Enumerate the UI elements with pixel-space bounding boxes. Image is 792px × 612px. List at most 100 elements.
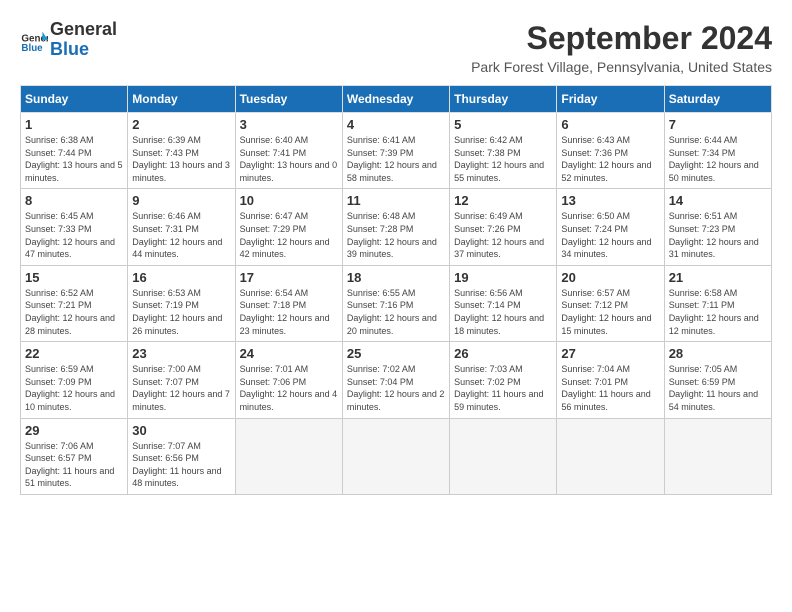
day-number: 23: [132, 346, 230, 361]
calendar-table: SundayMondayTuesdayWednesdayThursdayFrid…: [20, 85, 772, 495]
week-row-2: 8 Sunrise: 6:45 AMSunset: 7:33 PMDaylight…: [21, 189, 772, 265]
day-number: 3: [240, 117, 338, 132]
day-cell: 25 Sunrise: 7:02 AMSunset: 7:04 PMDayligh…: [342, 342, 449, 418]
day-info: Sunrise: 6:51 AMSunset: 7:23 PMDaylight:…: [669, 210, 767, 260]
day-cell: 11 Sunrise: 6:48 AMSunset: 7:28 PMDayligh…: [342, 189, 449, 265]
day-info: Sunrise: 6:45 AMSunset: 7:33 PMDaylight:…: [25, 210, 123, 260]
day-info: Sunrise: 6:39 AMSunset: 7:43 PMDaylight:…: [132, 134, 230, 184]
day-info: Sunrise: 6:40 AMSunset: 7:41 PMDaylight:…: [240, 134, 338, 184]
day-header-monday: Monday: [128, 86, 235, 113]
day-info: Sunrise: 6:42 AMSunset: 7:38 PMDaylight:…: [454, 134, 552, 184]
day-cell: 12 Sunrise: 6:49 AMSunset: 7:26 PMDayligh…: [450, 189, 557, 265]
logo: General Blue GeneralBlue: [20, 20, 117, 60]
day-cell: 28 Sunrise: 7:05 AMSunset: 6:59 PMDayligh…: [664, 342, 771, 418]
day-number: 12: [454, 193, 552, 208]
day-number: 21: [669, 270, 767, 285]
day-number: 9: [132, 193, 230, 208]
day-cell: 29 Sunrise: 7:06 AMSunset: 6:57 PMDayligh…: [21, 418, 128, 494]
day-info: Sunrise: 6:57 AMSunset: 7:12 PMDaylight:…: [561, 287, 659, 337]
day-info: Sunrise: 6:53 AMSunset: 7:19 PMDaylight:…: [132, 287, 230, 337]
day-info: Sunrise: 6:47 AMSunset: 7:29 PMDaylight:…: [240, 210, 338, 260]
day-number: 1: [25, 117, 123, 132]
day-number: 15: [25, 270, 123, 285]
day-header-tuesday: Tuesday: [235, 86, 342, 113]
day-cell: 18 Sunrise: 6:55 AMSunset: 7:16 PMDayligh…: [342, 265, 449, 341]
day-number: 5: [454, 117, 552, 132]
day-cell: 3 Sunrise: 6:40 AMSunset: 7:41 PMDaylight…: [235, 113, 342, 189]
day-info: Sunrise: 6:58 AMSunset: 7:11 PMDaylight:…: [669, 287, 767, 337]
day-cell: [557, 418, 664, 494]
day-cell: 5 Sunrise: 6:42 AMSunset: 7:38 PMDaylight…: [450, 113, 557, 189]
location-title: Park Forest Village, Pennsylvania, Unite…: [471, 59, 772, 75]
day-cell: 6 Sunrise: 6:43 AMSunset: 7:36 PMDaylight…: [557, 113, 664, 189]
title-area: September 2024 Park Forest Village, Penn…: [471, 20, 772, 75]
day-info: Sunrise: 6:43 AMSunset: 7:36 PMDaylight:…: [561, 134, 659, 184]
day-cell: 27 Sunrise: 7:04 AMSunset: 7:01 PMDayligh…: [557, 342, 664, 418]
day-cell: 22 Sunrise: 6:59 AMSunset: 7:09 PMDayligh…: [21, 342, 128, 418]
day-cell: [235, 418, 342, 494]
day-number: 26: [454, 346, 552, 361]
day-number: 16: [132, 270, 230, 285]
day-info: Sunrise: 7:00 AMSunset: 7:07 PMDaylight:…: [132, 363, 230, 413]
day-number: 22: [25, 346, 123, 361]
day-number: 8: [25, 193, 123, 208]
day-number: 2: [132, 117, 230, 132]
day-cell: 7 Sunrise: 6:44 AMSunset: 7:34 PMDaylight…: [664, 113, 771, 189]
day-info: Sunrise: 6:59 AMSunset: 7:09 PMDaylight:…: [25, 363, 123, 413]
day-info: Sunrise: 7:06 AMSunset: 6:57 PMDaylight:…: [25, 440, 123, 490]
day-number: 7: [669, 117, 767, 132]
day-cell: 19Sunrise: 6:56 AMSunset: 7:14 PMDayligh…: [450, 265, 557, 341]
day-info: Sunrise: 6:56 AMSunset: 7:14 PMDaylight:…: [454, 287, 552, 337]
day-cell: 30 Sunrise: 7:07 AMSunset: 6:56 PMDayligh…: [128, 418, 235, 494]
day-cell: 2 Sunrise: 6:39 AMSunset: 7:43 PMDaylight…: [128, 113, 235, 189]
day-header-saturday: Saturday: [664, 86, 771, 113]
day-cell: 20 Sunrise: 6:57 AMSunset: 7:12 PMDayligh…: [557, 265, 664, 341]
day-number: 14: [669, 193, 767, 208]
day-info: Sunrise: 6:41 AMSunset: 7:39 PMDaylight:…: [347, 134, 445, 184]
day-number: 18: [347, 270, 445, 285]
day-info: Sunrise: 7:07 AMSunset: 6:56 PMDaylight:…: [132, 440, 230, 490]
day-cell: 10 Sunrise: 6:47 AMSunset: 7:29 PMDayligh…: [235, 189, 342, 265]
day-info: Sunrise: 6:38 AMSunset: 7:44 PMDaylight:…: [25, 134, 123, 184]
day-cell: 14 Sunrise: 6:51 AMSunset: 7:23 PMDayligh…: [664, 189, 771, 265]
day-info: Sunrise: 6:48 AMSunset: 7:28 PMDaylight:…: [347, 210, 445, 260]
header: General Blue GeneralBlue September 2024 …: [20, 20, 772, 75]
day-info: Sunrise: 7:03 AMSunset: 7:02 PMDaylight:…: [454, 363, 552, 413]
day-number: 20: [561, 270, 659, 285]
day-info: Sunrise: 6:44 AMSunset: 7:34 PMDaylight:…: [669, 134, 767, 184]
day-number: 24: [240, 346, 338, 361]
day-info: Sunrise: 7:02 AMSunset: 7:04 PMDaylight:…: [347, 363, 445, 413]
day-number: 29: [25, 423, 123, 438]
day-number: 27: [561, 346, 659, 361]
day-number: 28: [669, 346, 767, 361]
logo-icon: General Blue: [20, 26, 48, 54]
day-number: 11: [347, 193, 445, 208]
day-number: 6: [561, 117, 659, 132]
day-info: Sunrise: 7:04 AMSunset: 7:01 PMDaylight:…: [561, 363, 659, 413]
day-info: Sunrise: 6:55 AMSunset: 7:16 PMDaylight:…: [347, 287, 445, 337]
day-cell: [342, 418, 449, 494]
day-info: Sunrise: 6:46 AMSunset: 7:31 PMDaylight:…: [132, 210, 230, 260]
day-info: Sunrise: 6:49 AMSunset: 7:26 PMDaylight:…: [454, 210, 552, 260]
day-number: 25: [347, 346, 445, 361]
day-cell: 24 Sunrise: 7:01 AMSunset: 7:06 PMDayligh…: [235, 342, 342, 418]
week-row-4: 22 Sunrise: 6:59 AMSunset: 7:09 PMDayligh…: [21, 342, 772, 418]
day-cell: 8 Sunrise: 6:45 AMSunset: 7:33 PMDaylight…: [21, 189, 128, 265]
day-info: Sunrise: 7:01 AMSunset: 7:06 PMDaylight:…: [240, 363, 338, 413]
logo-text: GeneralBlue: [50, 20, 117, 60]
day-info: Sunrise: 6:50 AMSunset: 7:24 PMDaylight:…: [561, 210, 659, 260]
day-cell: 23 Sunrise: 7:00 AMSunset: 7:07 PMDayligh…: [128, 342, 235, 418]
svg-text:Blue: Blue: [21, 43, 43, 54]
day-info: Sunrise: 7:05 AMSunset: 6:59 PMDaylight:…: [669, 363, 767, 413]
week-row-3: 15Sunrise: 6:52 AMSunset: 7:21 PMDayligh…: [21, 265, 772, 341]
day-number: 4: [347, 117, 445, 132]
day-cell: 9 Sunrise: 6:46 AMSunset: 7:31 PMDaylight…: [128, 189, 235, 265]
day-cell: 4 Sunrise: 6:41 AMSunset: 7:39 PMDaylight…: [342, 113, 449, 189]
calendar-header: SundayMondayTuesdayWednesdayThursdayFrid…: [21, 86, 772, 113]
day-cell: 13Sunrise: 6:50 AMSunset: 7:24 PMDayligh…: [557, 189, 664, 265]
day-number: 30: [132, 423, 230, 438]
day-cell: [664, 418, 771, 494]
day-header-wednesday: Wednesday: [342, 86, 449, 113]
day-number: 10: [240, 193, 338, 208]
day-cell: 15Sunrise: 6:52 AMSunset: 7:21 PMDayligh…: [21, 265, 128, 341]
